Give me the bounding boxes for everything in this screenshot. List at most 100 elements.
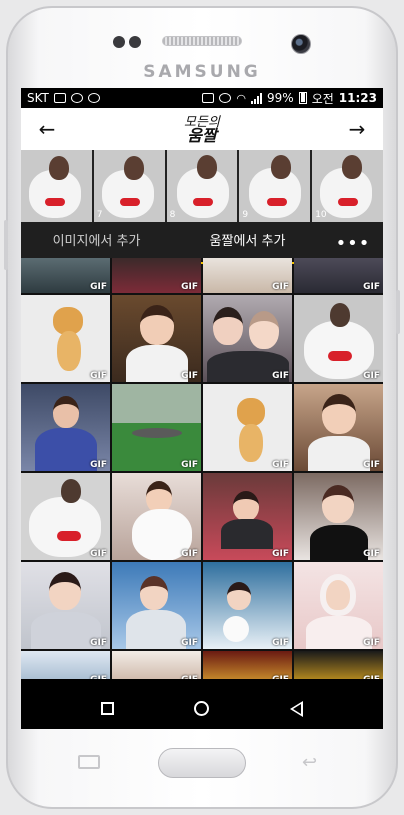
- frame-thumbnail[interactable]: 9: [239, 150, 311, 222]
- power-button: [396, 290, 400, 334]
- gif-badge: GIF: [363, 549, 380, 559]
- frame-picture: [123, 156, 144, 180]
- gif-picture: [49, 572, 81, 610]
- frame-number: 8: [169, 210, 176, 220]
- app-logo: 모든의 움짤: [184, 116, 220, 144]
- gif-badge: GIF: [272, 371, 289, 381]
- app-bar: ← 모든의 움짤 →: [21, 108, 383, 150]
- volume-button: [4, 220, 8, 270]
- battery-percent: 99%: [267, 91, 294, 105]
- gif-badge: GIF: [90, 549, 107, 559]
- gif-tile[interactable]: GIF: [112, 562, 201, 649]
- gif-badge: GIF: [363, 282, 380, 292]
- gif-tile[interactable]: GIF: [203, 295, 292, 382]
- gif-badge: GIF: [90, 282, 107, 292]
- gif-badge: GIF: [181, 460, 198, 470]
- gif-tile[interactable]: GIF: [294, 651, 383, 679]
- carrier-label: SKT: [27, 91, 49, 105]
- gif-picture: [249, 311, 279, 349]
- gif-picture: [322, 485, 354, 523]
- gif-tile[interactable]: GIF: [112, 258, 201, 293]
- frame-thumbnail[interactable]: 7: [93, 150, 165, 222]
- gif-badge: GIF: [90, 460, 107, 470]
- gif-badge: GIF: [363, 371, 380, 381]
- gif-tile[interactable]: GIF: [294, 295, 383, 382]
- gif-tile[interactable]: GIF: [21, 473, 110, 560]
- gif-tile[interactable]: GIF: [112, 473, 201, 560]
- earpiece-speaker: [162, 36, 242, 46]
- gif-tile[interactable]: GIF: [203, 473, 292, 560]
- gif-picture: [57, 531, 81, 541]
- frame-thumbnail[interactable]: [21, 150, 92, 222]
- talk-icon: [70, 93, 83, 103]
- gif-tile[interactable]: GIF: [21, 651, 110, 679]
- gif-tile[interactable]: GIF: [294, 258, 383, 293]
- gif-tile[interactable]: GIF: [294, 473, 383, 560]
- gif-badge: GIF: [181, 549, 198, 559]
- recent-apps-icon[interactable]: [101, 702, 115, 715]
- gif-tile[interactable]: GIF: [203, 258, 292, 293]
- frame-strip: 7 8 9 10: [21, 150, 383, 222]
- gif-tile[interactable]: GIF: [203, 562, 292, 649]
- hardware-recent-key[interactable]: [78, 755, 100, 769]
- gif-badge: GIF: [181, 371, 198, 381]
- gif-picture: [140, 576, 168, 610]
- frame-thumbnail[interactable]: 8: [166, 150, 238, 222]
- gif-picture: [221, 519, 273, 549]
- front-camera: [291, 34, 311, 54]
- gif-picture: [233, 491, 259, 521]
- frame-picture: [196, 155, 217, 179]
- back-icon[interactable]: [289, 700, 303, 717]
- gif-picture: [29, 497, 101, 557]
- gif-badge: GIF: [272, 638, 289, 648]
- frame-picture: [342, 155, 363, 179]
- frame-number: 10: [315, 210, 327, 220]
- gif-picture: [53, 396, 79, 428]
- gif-tile[interactable]: GIF: [203, 651, 292, 679]
- gif-tile[interactable]: GIF: [112, 384, 201, 471]
- gif-badge: GIF: [272, 549, 289, 559]
- hardware-back-key[interactable]: ↩: [302, 752, 324, 773]
- gif-tile[interactable]: GIF: [21, 384, 110, 471]
- gif-picture: [35, 428, 97, 471]
- more-options-icon[interactable]: •••: [323, 233, 383, 254]
- gif-picture: [126, 345, 188, 382]
- gif-badge: GIF: [272, 460, 289, 470]
- gif-tile[interactable]: GIF: [21, 562, 110, 649]
- frame-picture: [271, 155, 292, 179]
- frame-picture: [119, 198, 140, 206]
- screen: SKT ◠ 99% 오전 11:23 ← 모든의 움짤 → 7 8 9 10 이…: [21, 88, 383, 729]
- gif-tile[interactable]: GIF: [112, 651, 201, 679]
- signal-icon: [251, 92, 263, 104]
- gif-tile[interactable]: GIF: [21, 258, 110, 293]
- back-arrow-icon[interactable]: ←: [35, 117, 59, 141]
- gif-tile[interactable]: GIF: [203, 384, 292, 471]
- gif-picture: [239, 424, 263, 462]
- home-icon[interactable]: [194, 701, 210, 716]
- gif-picture: [322, 394, 356, 434]
- ampm-label: 오전: [311, 91, 334, 106]
- gif-grid: GIF GIF GIF GIF GIF GIF GIF GIF GIF GIF …: [21, 258, 383, 679]
- gif-tile[interactable]: GIF: [21, 295, 110, 382]
- gallery-icon: [53, 93, 66, 103]
- alarm-icon: [219, 93, 232, 103]
- gif-picture: [57, 331, 81, 371]
- frame-thumbnail[interactable]: 10: [312, 150, 383, 222]
- vibrate-icon: [202, 93, 215, 103]
- gif-tile[interactable]: GIF: [294, 562, 383, 649]
- gif-picture: [237, 398, 265, 426]
- frame-number: 9: [242, 210, 249, 220]
- wifi-icon: ◠: [236, 91, 247, 105]
- gif-tile[interactable]: GIF: [112, 295, 201, 382]
- frame-picture: [49, 156, 69, 180]
- gif-picture: [61, 479, 81, 503]
- gif-tile[interactable]: GIF: [294, 384, 383, 471]
- frame-picture: [267, 198, 288, 206]
- gif-picture: [126, 610, 186, 649]
- gif-picture: [223, 616, 249, 642]
- hardware-home-key[interactable]: [158, 748, 246, 778]
- forward-arrow-icon[interactable]: →: [345, 117, 369, 141]
- gif-badge: GIF: [363, 675, 380, 679]
- gif-badge: GIF: [90, 675, 107, 679]
- gif-badge: GIF: [90, 638, 107, 648]
